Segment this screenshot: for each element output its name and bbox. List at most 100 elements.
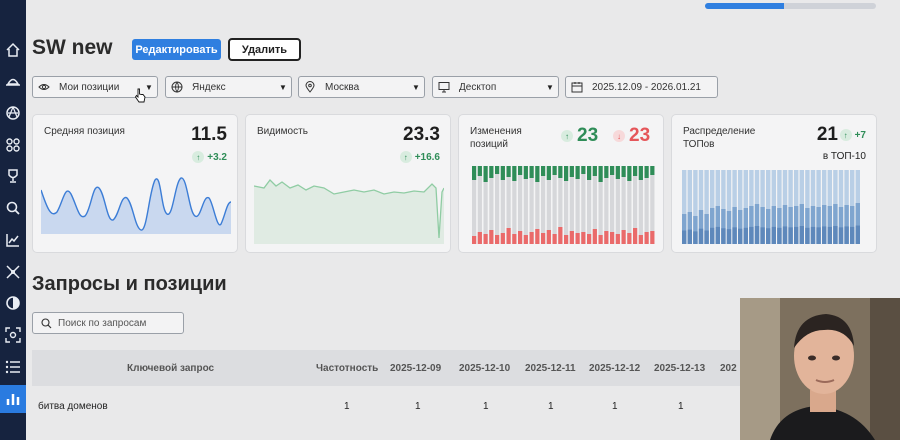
- chevron-down-icon: ▼: [412, 82, 420, 92]
- col-header-query[interactable]: Ключевой запрос: [127, 363, 214, 374]
- triangles-icon[interactable]: [3, 103, 23, 123]
- col-header-date[interactable]: 2025-12-10: [459, 363, 510, 374]
- query-search-box[interactable]: [32, 312, 184, 334]
- visibility-card[interactable]: Видимость 23.3 ↑ +16.6: [245, 114, 451, 253]
- change-bar-up: [512, 166, 517, 181]
- date-range-filter[interactable]: 2025.12.09 - 2026.01.21: [565, 76, 718, 98]
- edit-button[interactable]: Редактировать: [132, 39, 221, 60]
- bar-chart-icon[interactable]: [3, 389, 23, 409]
- change-bar-down: [650, 231, 655, 244]
- change-bar-up: [644, 166, 649, 178]
- change-bar-down: [529, 232, 534, 244]
- change-bar-down: [575, 233, 580, 244]
- trophy-icon[interactable]: [3, 166, 23, 186]
- arrow-up-icon: ↑: [561, 130, 573, 142]
- home-icon[interactable]: [3, 40, 23, 60]
- visibility-sparkline: [254, 179, 444, 244]
- change-bar-down: [558, 227, 563, 244]
- position-changes-card[interactable]: Изменения позиций ↑ 23 ↓ 23: [458, 114, 664, 253]
- position-changes-chart: [472, 166, 655, 244]
- change-bar-up: [495, 166, 500, 174]
- search-engine-filter-label: Яндекс: [192, 81, 226, 93]
- change-bar-down: [552, 234, 557, 244]
- change-bar-up: [529, 166, 534, 178]
- change-bar-down: [581, 232, 586, 244]
- distribution-bar-top: [777, 227, 782, 244]
- change-bar-down: [512, 234, 517, 244]
- distribution-bar-top: [760, 227, 765, 244]
- top-distribution-card[interactable]: Распределение ТОПов 21 ↑ +7 в ТОП-10: [671, 114, 877, 253]
- change-bar-up: [569, 166, 574, 177]
- eye-scan-icon[interactable]: [3, 325, 23, 345]
- distribution-bar-top: [715, 226, 720, 244]
- avg-position-card[interactable]: Средняя позиция 11.5 ↑ +3.2: [32, 114, 238, 253]
- distribution-bar-top: [822, 226, 827, 244]
- distribution-bar-top: [693, 231, 698, 244]
- change-bar-down: [598, 235, 603, 244]
- change-bar-down: [615, 234, 620, 244]
- presenter-video: [740, 298, 900, 440]
- change-bar-down: [633, 228, 638, 244]
- change-bar-up: [604, 166, 609, 178]
- change-bar-down: [489, 230, 494, 244]
- change-bar-up: [587, 166, 592, 180]
- cell-position: 1: [548, 401, 554, 412]
- top-distribution-value: 21: [816, 124, 838, 145]
- search-icon[interactable]: [3, 198, 23, 218]
- hat-icon[interactable]: [3, 71, 23, 91]
- monitor-icon: [433, 81, 455, 93]
- distribution-bar-top: [738, 228, 743, 244]
- distribution-bar-top: [799, 226, 804, 244]
- date-range-label: 2025.12.09 - 2026.01.21: [592, 81, 701, 93]
- arrow-down-icon: ↓: [613, 130, 625, 142]
- col-header-date[interactable]: 2025-12-09: [390, 363, 441, 374]
- change-bar-up: [472, 166, 477, 180]
- apps-icon[interactable]: [3, 135, 23, 155]
- change-bar-down: [638, 235, 643, 244]
- distribution-bar-top: [698, 228, 704, 244]
- avg-position-delta: ↑ +3.2: [192, 151, 227, 163]
- col-header-date[interactable]: 202: [720, 363, 737, 374]
- col-header-date[interactable]: 2025-12-13: [654, 363, 705, 374]
- visibility-delta-value: +16.6: [414, 151, 440, 163]
- avg-position-sparkline: [41, 177, 231, 244]
- trend-icon[interactable]: [3, 230, 23, 250]
- avg-position-label: Средняя позиция: [44, 126, 125, 137]
- delete-button[interactable]: Удалить: [228, 38, 301, 61]
- change-bar-down: [627, 233, 632, 244]
- device-filter-label: Десктоп: [459, 81, 497, 93]
- cell-position: 1: [483, 401, 489, 412]
- arrow-up-icon: ↑: [399, 151, 412, 163]
- change-bar-bg: [541, 166, 546, 244]
- network-icon[interactable]: [3, 262, 23, 282]
- changes-up: ↑ 23: [561, 125, 598, 147]
- list-icon[interactable]: [3, 357, 23, 377]
- change-bar-down: [644, 232, 649, 244]
- col-header-date[interactable]: 2025-12-12: [589, 363, 640, 374]
- top-distribution-label: Распределение ТОПов: [683, 125, 755, 151]
- distribution-bar-top: [816, 227, 821, 244]
- query-search-input[interactable]: [52, 317, 177, 329]
- change-bar-down: [604, 231, 609, 244]
- change-bar-down: [483, 234, 488, 244]
- change-bar-down: [587, 234, 592, 244]
- change-bar-up: [477, 166, 482, 176]
- distribution-bar-top: [855, 225, 860, 244]
- change-bar-up: [627, 166, 632, 181]
- change-bar-down: [477, 232, 482, 244]
- change-bar-up: [592, 166, 597, 176]
- distribution-bar-top: [710, 227, 715, 244]
- distribution-bar-top: [749, 226, 754, 244]
- region-filter[interactable]: Москва ▼: [298, 76, 425, 98]
- col-header-frequency[interactable]: Частотность: [316, 363, 378, 374]
- cell-position: 1: [678, 401, 684, 412]
- target-icon[interactable]: [3, 293, 23, 313]
- search-engine-filter[interactable]: Яндекс ▼: [165, 76, 292, 98]
- change-bar-down: [541, 233, 546, 244]
- col-header-date[interactable]: 2025-12-11: [525, 363, 576, 374]
- visibility-delta: ↑ +16.6: [399, 151, 440, 163]
- cell-frequency: 1: [344, 401, 350, 412]
- distribution-bar-top: [850, 226, 855, 244]
- distribution-bar-top: [838, 227, 844, 244]
- device-filter[interactable]: Десктоп ▼: [432, 76, 559, 98]
